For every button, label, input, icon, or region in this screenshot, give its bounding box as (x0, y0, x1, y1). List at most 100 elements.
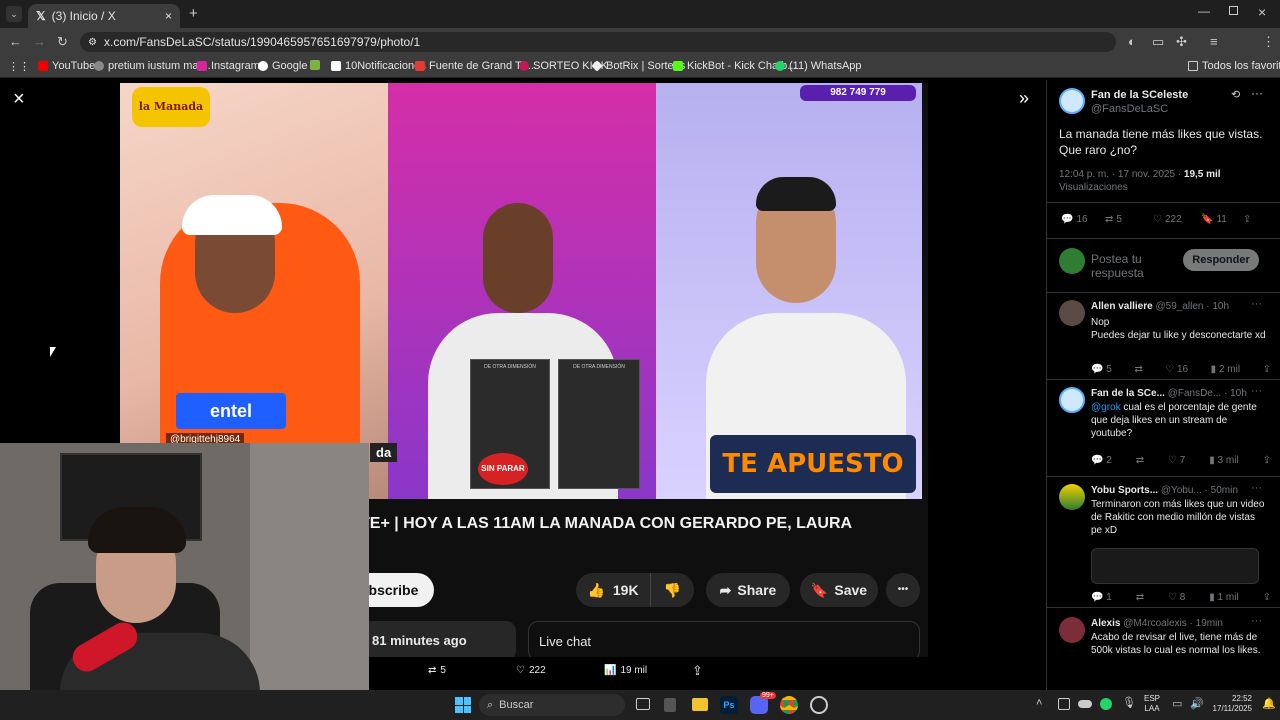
bookmark-google[interactable]: Google (258, 60, 307, 72)
grok-icon[interactable]: ⟲ (1231, 88, 1240, 101)
like-count[interactable]: ♡ 7 (1168, 455, 1185, 466)
share-icon[interactable]: ⇪ (1263, 455, 1271, 466)
reply-item[interactable]: Allen valliere @59_allen · 10h ··· Nop P… (1047, 294, 1280, 380)
more-options-icon[interactable]: ··· (1251, 385, 1262, 397)
retweet-icon[interactable]: ⇄ (1136, 455, 1144, 466)
save-button[interactable]: 🔖 Save (800, 573, 878, 607)
more-options-icon[interactable]: ··· (1251, 482, 1262, 494)
retweet-button[interactable]: ⇄ 5 (1105, 214, 1122, 225)
share-button[interactable]: ➦ Share (706, 573, 790, 607)
reply-item[interactable]: Fan de la SCe... @FansDe... · 10h ··· @g… (1047, 381, 1280, 477)
author-handle[interactable]: @FansDeLaSC (1091, 102, 1168, 116)
share-icon[interactable]: ⇪ (1263, 364, 1271, 375)
share-icon[interactable]: ⇪ (692, 663, 703, 679)
taskbar-search[interactable]: ⌕ Buscar (479, 694, 625, 716)
more-options-icon[interactable]: ··· (1251, 298, 1262, 310)
more-options-icon[interactable]: ··· (1251, 615, 1262, 627)
reply-submit-button[interactable]: Responder (1183, 249, 1259, 271)
reply-name[interactable]: Yobu Sports... (1091, 485, 1158, 496)
language-indicator[interactable]: ESP LAA (1144, 694, 1160, 714)
extension-icon-2[interactable]: ◐ (1128, 34, 1136, 49)
reply-item[interactable]: Alexis @M4rcoalexis · 19min ··· Acabo de… (1047, 609, 1280, 690)
menu-kebab-icon[interactable]: ⋮ (1262, 34, 1275, 50)
bookmark-instagram[interactable]: Instagram (197, 60, 260, 72)
reply-avatar[interactable] (1059, 617, 1085, 643)
mention-link[interactable]: @grok (1091, 402, 1121, 413)
obs-icon[interactable] (810, 696, 828, 714)
retweet-button[interactable]: ⇄ 5 (428, 665, 446, 676)
tray-icon-1[interactable] (1058, 698, 1070, 710)
view-count[interactable]: ▮ 2 mil (1211, 364, 1240, 375)
tray-chevron-icon[interactable]: ˄ (1036, 697, 1042, 709)
restore-icon[interactable] (1229, 6, 1238, 15)
reply-count[interactable]: 💬 1 (1091, 592, 1112, 603)
retweet-icon[interactable]: ⇄ (1134, 364, 1142, 375)
extension-icon-3[interactable]: ▭ (1152, 34, 1164, 50)
onedrive-icon[interactable] (1078, 700, 1092, 708)
clock[interactable]: 22:52 17/11/2025 (1208, 694, 1252, 714)
tweet-time[interactable]: 12:04 p. m. · 17 nov. 2025 · (1059, 169, 1181, 180)
reply-input[interactable]: Postea tu respuesta (1091, 252, 1177, 280)
like-button[interactable]: 👍 19K (576, 573, 650, 607)
site-info-icon[interactable]: ⚙ (88, 37, 97, 48)
notifications-icon[interactable]: 🔔 (1262, 697, 1276, 710)
more-options-icon[interactable]: ··· (1251, 86, 1263, 100)
microphone-icon[interactable]: 🎙 (1122, 696, 1136, 709)
reply-button[interactable]: 💬 16 (1061, 214, 1088, 225)
more-actions-button[interactable]: ••• (886, 573, 920, 607)
start-button[interactable] (455, 697, 471, 713)
whatsapp-icon[interactable] (1100, 698, 1112, 710)
live-chat-panel[interactable]: Live chat (528, 621, 920, 657)
like-button[interactable]: ♡ 222 (1153, 214, 1182, 225)
retweet-icon[interactable]: ⇄ (1136, 592, 1144, 603)
reply-count[interactable]: 💬 5 (1091, 364, 1112, 375)
reload-icon[interactable]: ↻ (57, 34, 68, 50)
reply-avatar[interactable] (1059, 387, 1085, 413)
file-explorer-icon[interactable] (692, 698, 708, 711)
address-bar[interactable]: ⚙ x.com/FansDeLaSC/status/19904659576516… (80, 32, 1116, 52)
tab-close-icon[interactable]: × (165, 9, 172, 23)
reply-avatar[interactable] (1059, 484, 1085, 510)
reply-item[interactable]: Yobu Sports... @Yobu... · 50min ··· Term… (1047, 478, 1280, 608)
author-avatar[interactable] (1059, 88, 1085, 114)
network-icon[interactable]: ▭ (1172, 697, 1182, 710)
apps-grid-icon[interactable]: ⋮⋮ (8, 60, 30, 73)
reply-name[interactable]: Fan de la SCe... (1091, 388, 1165, 399)
like-button[interactable]: ♡ 222 (516, 665, 546, 676)
bookmark-icon-only[interactable] (310, 60, 320, 70)
tab-search-button[interactable]: ⌄ (6, 6, 22, 22)
reply-name[interactable]: Alexis (1091, 618, 1120, 629)
reply-image[interactable] (1091, 548, 1259, 584)
like-count[interactable]: ♡ 8 (1168, 592, 1185, 603)
tab-active[interactable]: 𝕏 (3) Inicio / X × (28, 4, 180, 28)
extensions-puzzle-icon[interactable]: ✣ (1176, 34, 1187, 50)
bookmark-botrix[interactable]: BotRix | Sorteos (591, 60, 685, 72)
bookmark-whatsapp[interactable]: (11) WhatsApp (775, 60, 862, 72)
forward-icon[interactable]: → (33, 34, 46, 49)
volume-icon[interactable]: 🔊 (1190, 697, 1204, 710)
photoshop-icon[interactable]: Ps (720, 696, 738, 714)
bookmark-button[interactable]: 🔖 11 (1201, 214, 1227, 225)
share-icon[interactable]: ⇪ (1263, 592, 1271, 603)
all-bookmarks[interactable]: Todos los favoritos (1188, 60, 1280, 72)
view-count[interactable]: ▮ 1 mil (1209, 592, 1238, 603)
new-tab-button[interactable]: + (189, 5, 198, 22)
author-name[interactable]: Fan de la SCeleste (1091, 88, 1188, 102)
bookmark-pretium[interactable]: pretium iustum mat... (94, 60, 211, 72)
reading-list-icon[interactable]: ≡ (1210, 34, 1218, 49)
minimize-icon[interactable]: — (1198, 4, 1210, 18)
reply-count[interactable]: 💬 2 (1091, 455, 1112, 466)
taskview-icon[interactable] (636, 698, 650, 710)
like-count[interactable]: ♡ 16 (1165, 364, 1188, 375)
view-count[interactable]: ▮ 3 mil (1209, 455, 1238, 466)
back-icon[interactable]: ← (9, 34, 22, 49)
share-icon[interactable]: ⇪ (1243, 214, 1251, 225)
views-button[interactable]: 📊 19 mil (604, 665, 647, 676)
close-viewer-icon[interactable]: × (13, 88, 25, 111)
subscribe-button[interactable]: ubscribe (360, 573, 434, 607)
bookmark-10notificaciones[interactable]: 10Notificaciones (331, 60, 426, 72)
reply-name[interactable]: Allen valliere (1091, 301, 1153, 312)
reply-avatar[interactable] (1059, 300, 1085, 326)
dislike-button[interactable]: 👎 (650, 573, 694, 607)
expand-sidebar-icon[interactable]: » (1019, 88, 1029, 109)
